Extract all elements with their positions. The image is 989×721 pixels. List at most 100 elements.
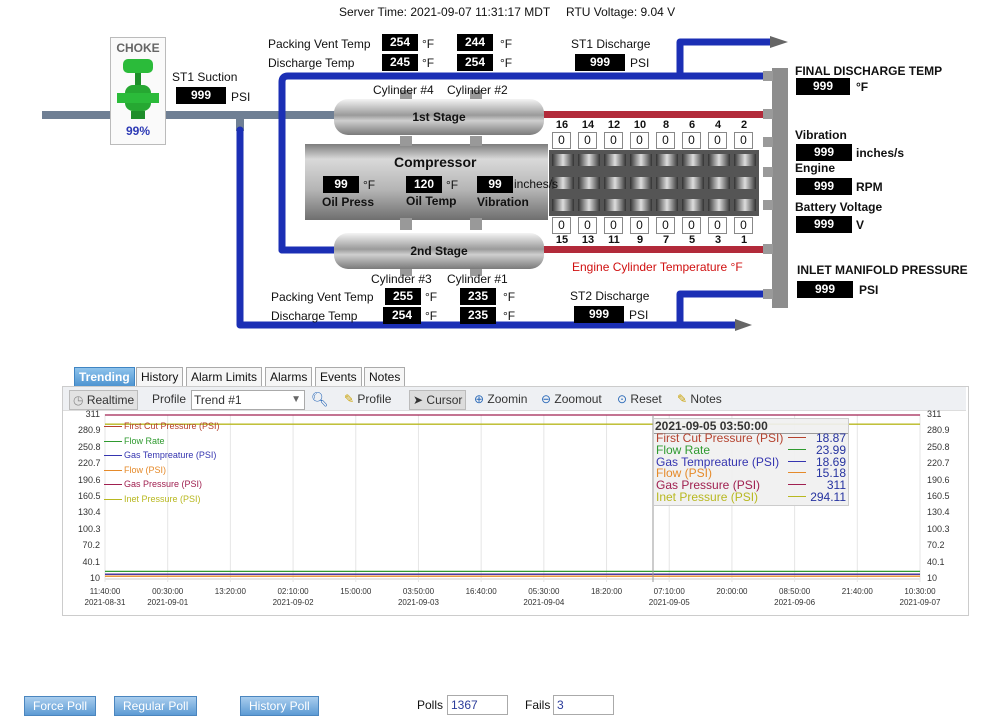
notes-icon: ✎ [677,392,688,406]
tab-trending[interactable]: Trending [74,367,135,387]
battery-label: Battery Voltage [795,200,883,214]
y-tick-label: 220.7 [927,458,950,469]
y-tick-label: 100.3 [927,523,950,534]
st1-discharge-unit: PSI [630,56,650,70]
unit-f: °F [422,37,435,51]
engine-cylinder-number: 4 [714,119,722,131]
top-dt2: 254 [457,54,493,71]
profile-edit-icon: ✎ [344,392,355,406]
tab-events[interactable]: Events [315,367,362,387]
engine-cylinder-temp: 0 [708,132,727,149]
oil-press-unit: °F [363,178,376,192]
vibration-right-value: 999 [796,144,852,161]
oil-temp-label: Oil Temp [406,194,457,208]
x-tick-label: 10:30:00 2021-09-07 [890,586,950,608]
bottom-dt1: 254 [383,307,421,324]
y-tick-label: 160.5 [927,491,950,501]
valve-icon [117,59,159,119]
x-tick-label: 15:00:00 [326,586,386,597]
x-tick-date: 2021-09-07 [899,598,941,607]
second-stage-cylinder: 2nd Stage [334,233,544,269]
force-poll-button[interactable]: Force Poll [24,696,97,716]
choke-valve[interactable]: CHOKE 99% [110,37,166,145]
compressor-title: Compressor [394,154,477,170]
engine-cylinder-temp: 0 [682,217,701,234]
y-tick-label: 280.9 [78,425,101,436]
legend-swatch [104,440,122,442]
st2-discharge-label: ST2 Discharge [570,289,650,303]
x-tick-time: 15:00:00 [340,587,372,596]
zoomin-button[interactable]: ⊕ Zoomin [474,390,527,408]
y-tick-label: 130.4 [927,507,950,518]
cursor-series-dash [788,448,806,450]
zoom-in-icon: ⊕ [474,392,485,406]
cylinder-3-label: Cylinder #3 [371,272,432,286]
x-tick-label: 07:10:00 2021-09-05 [639,586,699,608]
engine-cylinder-temp: 0 [552,132,571,149]
cursor-series-value: 23.99 [815,442,846,457]
st1-suction-label: ST1 Suction [172,70,238,84]
legend-entry: Gas Tempreature (PSI) [124,450,217,460]
profile-select[interactable]: Trend #1 ▼ [191,390,305,410]
x-tick-time: 16:40:00 [465,587,497,596]
realtime-button[interactable]: ◷ Realtime [69,390,139,410]
cursor-icon: ➤ [413,393,424,407]
oil-press-label: Oil Press [322,195,375,209]
engine-cylinder-number: 1 [740,234,748,246]
engine-cylinder-number: 12 [607,119,621,131]
tab-alarms[interactable]: Alarms [265,367,313,387]
zoomout-button[interactable]: ⊖ Zoomout [541,390,602,408]
engine-cylinder-number: 9 [636,234,644,246]
x-tick-date: 2021-08-31 [84,598,126,607]
engine-cylinder-number: 10 [633,119,647,131]
tab-notes[interactable]: Notes [364,367,406,387]
history-poll-button[interactable]: History Poll [240,696,319,716]
x-tick-time: 03:50:00 [402,587,435,596]
engine-cylinder-number: 14 [581,119,595,131]
st1-discharge-value: 999 [575,54,625,71]
legend-entry: Flow (PSI) [124,464,167,475]
vibration-label: Vibration [477,195,529,209]
y-tick-label: 40.1 [82,556,100,567]
cursor-series-dash [788,496,806,497]
x-tick-time: 20:00:00 [716,587,748,596]
chevron-down-icon: ▼ [291,394,301,405]
x-tick-time: 10:30:00 [904,587,936,596]
regular-poll-button[interactable]: Regular Poll [114,696,198,716]
cursor-value-row: Inet Pressure (PSI) 294.11 [656,491,846,503]
y-tick-label: 70.2 [927,540,945,551]
final-discharge-label: FINAL DISCHARGE TEMP [795,64,943,78]
final-discharge-unit: °F [856,80,869,94]
top-discharge-label: Discharge Temp [268,56,355,70]
top-pv1: 254 [382,34,418,51]
cursor-button[interactable]: ➤ Cursor [409,390,467,410]
reset-label: Reset [630,392,662,406]
first-stage-cylinder: 1st Stage [334,99,544,135]
engine-cylinder-temp: 0 [656,217,675,234]
y-tick-label: 311 [927,409,942,419]
inlet-manifold-value: 999 [797,281,853,298]
profile-button[interactable]: ✎ Profile [344,390,391,408]
engine-cylinder-temp: 0 [604,217,623,234]
tab-history[interactable]: History [136,367,184,387]
st1-suction-value: 999 [176,87,226,104]
engine-cylinder-number: 13 [581,234,595,246]
engine-cylinder-number: 3 [714,234,722,246]
search-icon[interactable]: 🔍︎ [311,390,329,408]
engine-rpm-unit: RPM [856,180,883,194]
x-tick-label: 20:00:00 [702,586,762,597]
x-tick-date: 2021-09-03 [397,598,439,607]
top-dt1: 245 [382,54,418,71]
reset-button[interactable]: ⊙ Reset [617,390,662,408]
x-tick-label: 08:50:00 2021-09-06 [765,586,825,608]
vibration-unit: inches/s [514,177,559,191]
notes-button[interactable]: ✎ Notes [677,390,722,408]
inlet-manifold-unit: PSI [859,283,879,297]
tab-alarm-limits[interactable]: Alarm Limits [186,367,263,387]
battery-value: 999 [796,216,852,233]
y-tick-label: 220.7 [78,458,101,469]
y-tick-label: 100.3 [78,523,101,534]
vibration-right-unit: inches/s [856,146,905,160]
x-tick-time: 00:30:00 [152,587,184,596]
engine-cylinder-number: 2 [740,119,748,131]
